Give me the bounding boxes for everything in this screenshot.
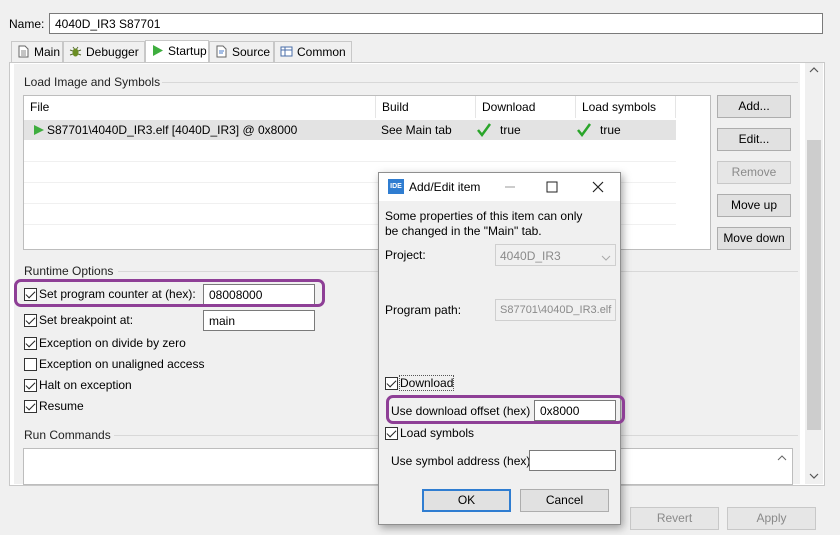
tab-source[interactable]: Source [209,41,274,62]
download-checkbox[interactable] [385,377,398,390]
offset-highlight [386,395,625,424]
symbol-address-input[interactable] [529,450,616,471]
load-symbols-checkbox[interactable] [385,427,398,440]
program-path-field[interactable]: S87701\4040D_IR3.elf [495,299,616,321]
scrollbar-thumb[interactable] [807,140,821,430]
resume-label: Resume [39,399,84,413]
chevron-down-icon [601,251,611,261]
set-breakpoint-label: Set breakpoint at: [39,313,134,327]
dialog-note-line-2: be changed in the "Main" tab. [385,224,542,238]
project-combo[interactable]: 4040D_IR3 [495,244,616,266]
ok-button[interactable]: OK [422,489,511,512]
play-icon [151,44,164,57]
group-divider [162,82,798,83]
table-icon [280,45,293,58]
divide-by-zero-checkbox[interactable] [24,337,37,350]
check-mark-icon [576,122,592,138]
check-mark-icon [476,122,492,138]
set-breakpoint-checkbox[interactable] [24,314,37,327]
edit-button[interactable]: Edit... [717,128,791,151]
grid-line [24,161,676,162]
column-header-build[interactable]: Build [376,96,476,118]
scroll-up-icon[interactable] [808,64,820,76]
project-value: 4040D_IR3 [500,249,561,263]
program-path-label: Program path: [385,303,462,317]
document-icon [17,45,30,58]
tab-label: Common [297,45,346,59]
tab-startup[interactable]: Startup [145,40,209,62]
run-commands-title: Run Commands [24,428,111,442]
row-file: S87701\4040D_IR3.elf [4040D_IR3] @ 0x800… [47,123,298,137]
set-pc-highlight [14,279,325,307]
load-symbols-label: Load symbols [400,426,475,440]
play-icon [33,124,45,136]
row-download: true [500,123,521,137]
tab-label: Debugger [86,45,139,59]
revert-button[interactable]: Revert [630,507,719,530]
add-button[interactable]: Add... [717,95,791,118]
tab-label: Source [232,45,271,59]
move-down-button[interactable]: Move down [717,227,791,250]
unaligned-access-checkbox[interactable] [24,358,37,371]
column-header-file[interactable]: File [24,96,376,118]
halt-on-exception-checkbox[interactable] [24,379,37,392]
source-icon [215,45,228,58]
bug-icon [69,45,82,58]
dialog-note-line-1: Some properties of this item can only [385,209,583,223]
tab-label: Startup [168,44,207,58]
column-header-load-symbols[interactable]: Load symbols [576,96,676,118]
ide-logo-icon: IDE [388,179,404,194]
cancel-button[interactable]: Cancel [520,489,609,512]
tab-label: Main [34,45,61,59]
resume-checkbox[interactable] [24,400,37,413]
close-icon[interactable] [591,180,605,194]
add-edit-dialog: IDE Add/Edit item Some properties of thi… [378,172,625,525]
chevron-up-icon[interactable] [776,452,788,462]
divide-by-zero-label: Exception on divide by zero [39,336,186,350]
scroll-down-icon[interactable] [808,470,820,482]
minimize-icon[interactable] [503,180,517,194]
column-header-download[interactable]: Download [476,96,576,118]
dialog-title: Add/Edit item [409,180,481,194]
apply-button[interactable]: Apply [727,507,816,530]
remove-button[interactable]: Remove [717,161,791,184]
load-image-title: Load Image and Symbols [24,75,161,89]
tab-common[interactable]: Common [274,41,352,62]
row-build: See Main tab [381,123,452,137]
tab-main[interactable]: Main [11,41,63,62]
maximize-icon[interactable] [545,180,559,194]
unaligned-access-label: Exception on unaligned access [39,357,205,371]
tab-debugger[interactable]: Debugger [63,41,145,62]
name-input[interactable]: 4040D_IR3 S87701 [49,13,823,34]
download-label: Download [398,375,455,391]
runtime-options-title: Runtime Options [24,264,114,278]
project-label: Project: [385,248,426,262]
set-breakpoint-input[interactable]: main [203,310,315,331]
row-load-symbols: true [600,123,621,137]
halt-on-exception-label: Halt on exception [39,378,132,392]
name-label: Name: [9,17,45,31]
symbol-address-label: Use symbol address (hex) [391,454,531,468]
move-up-button[interactable]: Move up [717,194,791,217]
